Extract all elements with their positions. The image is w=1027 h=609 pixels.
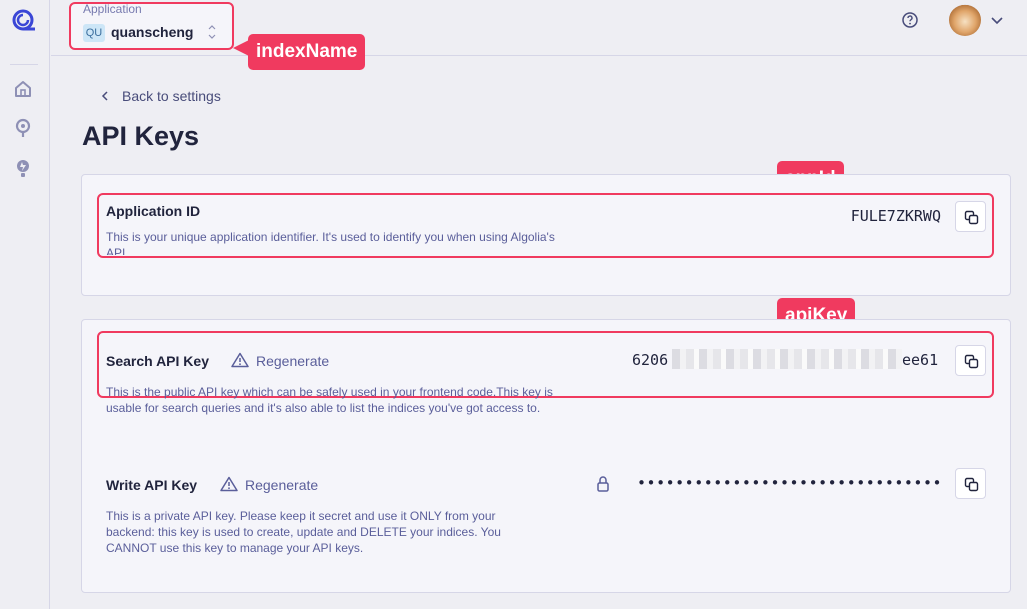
application-id-description: This is your unique application identifi… bbox=[106, 230, 555, 255]
application-id-value: FULE7ZKRWQ bbox=[850, 207, 941, 225]
home-icon[interactable] bbox=[12, 78, 34, 100]
callout-index-name-tail bbox=[233, 40, 249, 56]
warning-icon[interactable] bbox=[220, 476, 238, 492]
write-api-key-description: This is a private API key. Please keep i… bbox=[106, 509, 501, 555]
copy-icon bbox=[964, 354, 979, 369]
copy-icon bbox=[964, 477, 979, 492]
left-rail bbox=[0, 0, 50, 609]
algolia-logo-icon[interactable] bbox=[11, 8, 37, 34]
write-api-key-masked-value: •••••••••••••••••••••••••••••••• bbox=[637, 474, 942, 492]
search-api-key-description: This is the public API key which can be … bbox=[106, 385, 553, 415]
lightbulb-icon[interactable] bbox=[12, 157, 34, 179]
chevron-down-icon[interactable] bbox=[989, 12, 1005, 28]
warning-icon[interactable] bbox=[231, 352, 249, 368]
application-selector[interactable]: Application QU quanscheng bbox=[69, 2, 234, 50]
user-avatar[interactable] bbox=[949, 4, 981, 36]
copy-search-api-key-button[interactable] bbox=[955, 345, 986, 376]
regenerate-search-key-link[interactable]: Regenerate bbox=[256, 353, 329, 369]
rail-divider bbox=[10, 64, 38, 65]
copy-write-api-key-button[interactable] bbox=[955, 468, 986, 499]
search-api-key-title: Search API Key bbox=[106, 353, 209, 369]
chevron-left-icon[interactable] bbox=[100, 89, 110, 103]
search-api-key-redacted bbox=[672, 349, 902, 369]
application-name: quanscheng bbox=[111, 24, 194, 40]
page-title: API Keys bbox=[82, 121, 200, 151]
search-api-key-suffix: ee61 bbox=[902, 351, 939, 369]
write-api-key-title: Write API Key bbox=[106, 477, 198, 493]
application-label: Application bbox=[83, 2, 142, 16]
copy-icon bbox=[964, 210, 979, 225]
search-icon[interactable] bbox=[12, 117, 34, 139]
copy-application-id-button[interactable] bbox=[955, 201, 986, 232]
callout-index-name: indexName bbox=[248, 34, 366, 70]
app-badge: QU bbox=[83, 24, 105, 42]
chevron-up-down-icon bbox=[208, 25, 216, 39]
application-id-title: Application ID bbox=[106, 203, 201, 219]
lock-icon bbox=[597, 476, 609, 492]
help-icon[interactable] bbox=[901, 11, 919, 29]
back-to-settings-link[interactable]: Back to settings bbox=[122, 88, 221, 104]
search-api-key-prefix: 6206 bbox=[632, 351, 669, 369]
regenerate-write-key-link[interactable]: Regenerate bbox=[245, 477, 318, 493]
